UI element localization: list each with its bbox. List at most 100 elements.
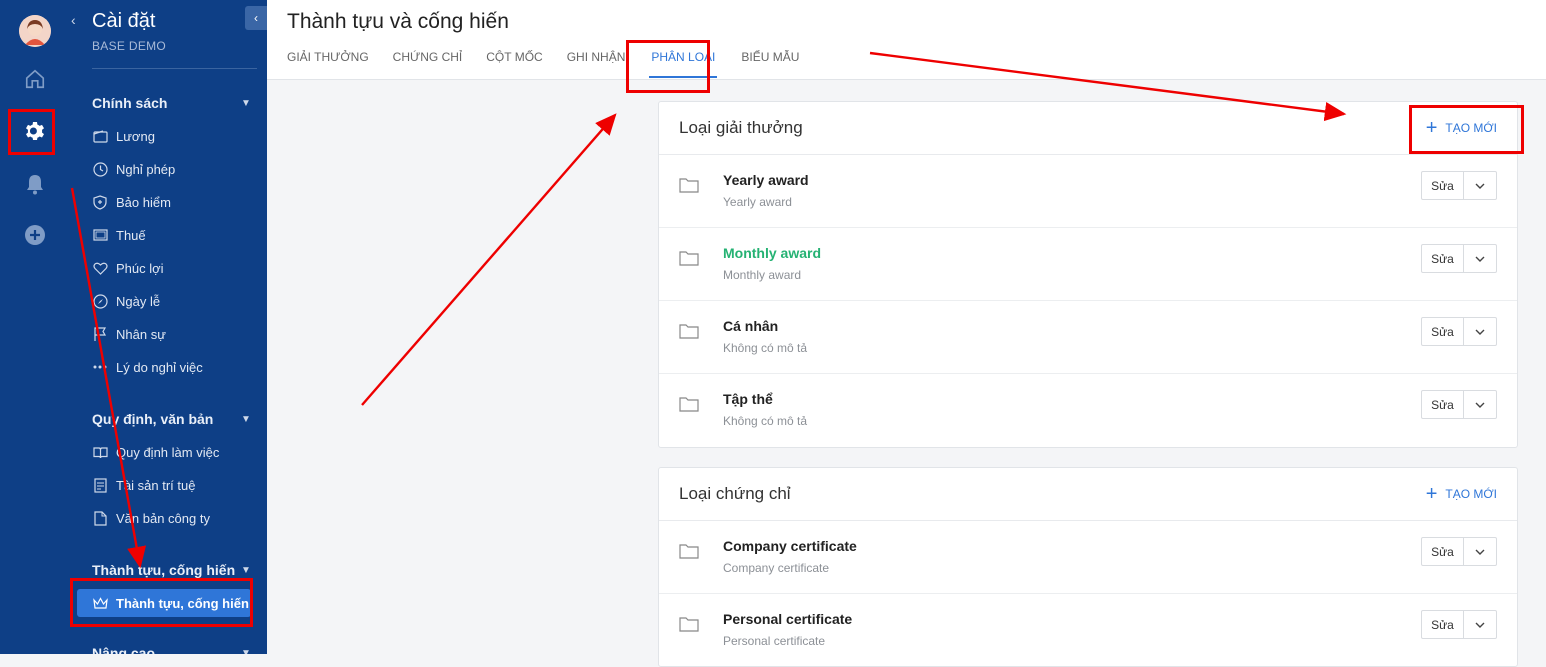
chevron-down-icon[interactable]: ▼ [241,565,251,576]
page-title: Thành tựu và cống hiến [287,10,509,33]
card-header: Loại giải thưởng + TẠO MỚI [659,102,1517,155]
sidebar-item-nghi-phep[interactable]: Nghỉ phép [92,161,175,177]
section-nang-cao[interactable]: Nâng cao [92,645,155,654]
chevron-down-icon[interactable]: ▼ [241,98,251,109]
book-icon [92,444,108,460]
sidebar-item-ly-do-nghi-viec[interactable]: Lý do nghỉ việc [92,359,203,375]
folder-icon [679,397,699,412]
folder-icon [679,617,699,632]
sidebar-item-bao-hiem[interactable]: Bảo hiểm [92,194,171,210]
tab-giai-thuong[interactable]: GIẢI THƯỞNG [287,50,369,78]
section-chinh-sach[interactable]: Chính sách [92,95,167,111]
home-icon[interactable] [22,66,48,92]
edit-split-button: Sửa [1421,390,1497,419]
edit-button[interactable]: Sửa [1422,391,1464,418]
file-edit-icon [92,510,108,526]
annotation-box-settings [8,109,55,155]
wallet-icon [92,128,108,144]
list-item[interactable]: Yearly award Yearly award Sửa [659,155,1517,228]
flag-icon [92,326,108,342]
row-name: Yearly award [723,172,809,188]
card-loai-giai-thuong: Loại giải thưởng + TẠO MỚI Yearly award Y… [658,101,1518,448]
back-icon[interactable]: ‹ [71,12,76,28]
shield-icon [92,194,108,210]
edit-split-button: Sửa [1421,244,1497,273]
folder-icon [679,324,699,339]
list-item[interactable]: Tập thể Không có mô tả Sửa [659,374,1517,447]
page-header: Thành tựu và cống hiến GIẢI THƯỞNG CHỨNG… [267,0,1546,80]
edit-button[interactable]: Sửa [1422,538,1464,565]
chevron-down-icon[interactable] [1464,245,1496,272]
edit-split-button: Sửa [1421,171,1497,200]
sidebar-item-van-ban-cong-ty[interactable]: Văn bản công ty [92,510,210,526]
tab-bar: GIẢI THƯỞNG CHỨNG CHỈ CỘT MỐC GHI NHẬN P… [287,50,823,78]
folder-icon [679,178,699,193]
compass-icon [92,293,108,309]
settings-sidebar: ‹ Cài đặt BASE DEMO ‹ Chính sách ▼ Lương… [68,0,267,654]
section-quy-dinh-van-ban[interactable]: Quy định, văn bản [92,411,213,427]
annotation-box-create [1409,105,1524,154]
sidebar-item-thue[interactable]: Thuế [92,227,146,243]
icon-rail [0,0,68,654]
folder-icon [679,544,699,559]
chevron-down-icon[interactable] [1464,391,1496,418]
row-description: Monthly award [723,268,802,282]
list-item[interactable]: Personal certificate Personal certificat… [659,594,1517,667]
row-name: Monthly award [723,245,822,261]
chevron-down-icon[interactable] [1464,172,1496,199]
card-loai-chung-chi: Loại chứng chỉ + TẠO MỚI Company certific… [658,467,1518,667]
edit-split-button: Sửa [1421,537,1497,566]
annotation-box-sidebar-item [70,578,253,627]
list-item[interactable]: Company certificate Company certificate … [659,521,1517,594]
row-name: Cá nhân [723,318,779,334]
card-header: Loại chứng chỉ + TẠO MỚI [659,468,1517,521]
more-dots-icon [92,359,108,375]
edit-split-button: Sửa [1421,610,1497,639]
section-thanh-tuu-cong-hien[interactable]: Thành tựu, cống hiến [92,562,235,578]
chevron-down-icon[interactable] [1464,318,1496,345]
edit-button[interactable]: Sửa [1422,172,1464,199]
card-title: Loại giải thưởng [679,118,803,137]
main-content: Thành tựu và cống hiến GIẢI THƯỞNG CHỨNG… [267,0,1546,667]
row-name: Tập thể [723,391,773,407]
row-description: Không có mô tả [723,414,808,428]
clock-icon [92,161,108,177]
heart-icon [92,260,108,276]
create-new-button[interactable]: + TẠO MỚI [1425,483,1497,505]
collapse-sidebar-button[interactable]: ‹ [245,6,267,30]
sidebar-item-ngay-le[interactable]: Ngày lễ [92,293,160,309]
tab-bieu-mau[interactable]: BIỂU MẪU [741,50,799,78]
chevron-down-icon[interactable] [1464,611,1496,638]
edit-button[interactable]: Sửa [1422,611,1464,638]
document-icon [92,477,108,493]
row-name: Company certificate [723,538,857,554]
row-description: Yearly award [723,195,792,209]
folder-icon [679,251,699,266]
chevron-down-icon[interactable] [1464,538,1496,565]
row-description: Company certificate [723,561,830,575]
avatar[interactable] [19,15,51,47]
tab-ghi-nhan[interactable]: GHI NHẬN [567,50,626,78]
edit-split-button: Sửa [1421,317,1497,346]
divider [92,68,257,69]
row-description: Không có mô tả [723,341,808,355]
chevron-down-icon[interactable]: ▼ [241,414,251,425]
tab-cot-moc[interactable]: CỘT MỐC [486,50,542,78]
list-item[interactable]: Monthly award Monthly award Sửa [659,228,1517,301]
tab-chung-chi[interactable]: CHỨNG CHỈ [393,50,463,78]
sidebar-item-phuc-loi[interactable]: Phúc lợi [92,260,164,276]
annotation-box-tab [626,40,710,93]
bell-icon[interactable] [22,171,48,197]
row-name: Personal certificate [723,611,853,627]
sidebar-item-tai-san-tri-tue[interactable]: Tài sản trí tuệ [92,477,195,493]
list-item[interactable]: Cá nhân Không có mô tả Sửa [659,301,1517,374]
chevron-down-icon[interactable]: ▼ [241,648,251,654]
sidebar-item-nhan-su[interactable]: Nhân sự [92,326,166,342]
edit-button[interactable]: Sửa [1422,318,1464,345]
edit-button[interactable]: Sửa [1422,245,1464,272]
add-circle-icon[interactable] [22,222,48,248]
plus-icon: + [1425,483,1438,505]
receipt-icon [92,227,108,243]
sidebar-item-quy-dinh-lam-viec[interactable]: Quy định làm việc [92,444,219,460]
sidebar-item-luong[interactable]: Lương [92,128,155,144]
